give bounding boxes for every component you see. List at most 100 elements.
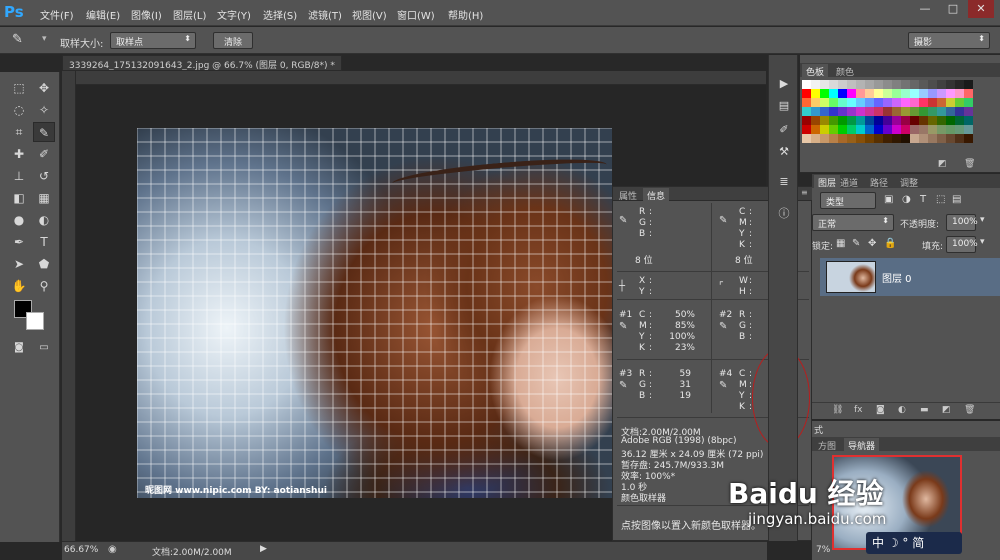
history-brush-tool-icon[interactable]: ↺ xyxy=(33,166,55,186)
magic-wand-tool-icon[interactable]: ✧ xyxy=(33,100,55,120)
color-swatch[interactable] xyxy=(802,89,811,98)
color-swatch[interactable] xyxy=(910,98,919,107)
color-swatch[interactable] xyxy=(829,80,838,89)
color-swatch[interactable] xyxy=(811,107,820,116)
history-icon[interactable]: ▤ xyxy=(775,99,793,115)
color-swatch[interactable] xyxy=(802,98,811,107)
color-swatch[interactable] xyxy=(928,89,937,98)
lock-pixels-icon[interactable]: ✎ xyxy=(852,238,860,249)
sampler-2-eyedropper-icon[interactable]: ✎ xyxy=(719,321,727,332)
move-tool-icon[interactable]: ✥ xyxy=(33,78,55,98)
lock-position-icon[interactable]: ✥ xyxy=(868,238,876,249)
color-swatch[interactable] xyxy=(865,107,874,116)
color-swatch[interactable] xyxy=(829,89,838,98)
color-swatch[interactable] xyxy=(820,98,829,107)
color-swatch[interactable] xyxy=(964,89,973,98)
tab-channels[interactable]: 通道 xyxy=(836,175,862,190)
color-swatch[interactable] xyxy=(910,134,919,143)
eraser-tool-icon[interactable]: ◧ xyxy=(8,188,30,208)
color-swatch[interactable] xyxy=(919,107,928,116)
color-swatch[interactable] xyxy=(937,80,946,89)
tab-paths[interactable]: 路径 xyxy=(866,175,892,190)
eyedropper-tool-icon[interactable]: ✎ xyxy=(12,32,23,47)
color-swatch[interactable] xyxy=(928,134,937,143)
color-swatch[interactable] xyxy=(847,107,856,116)
play-icon[interactable]: ▶ xyxy=(775,77,793,93)
eyedropper-tool-icon[interactable]: ✎ xyxy=(33,122,55,142)
tool-presets-icon[interactable]: ≣ xyxy=(775,175,793,191)
color-swatch[interactable] xyxy=(937,89,946,98)
screen-mode-icon[interactable]: ▭ xyxy=(33,338,55,358)
color-swatch[interactable] xyxy=(883,116,892,125)
color-swatch[interactable] xyxy=(847,98,856,107)
fill-chevron-icon[interactable]: ▾ xyxy=(980,237,985,247)
lock-all-icon[interactable]: 🔒 xyxy=(884,238,896,249)
sampler-4-eyedropper-icon[interactable]: ✎ xyxy=(719,380,727,391)
color-swatch[interactable] xyxy=(946,134,955,143)
color-swatch[interactable] xyxy=(874,134,883,143)
color-swatch[interactable] xyxy=(829,125,838,134)
menu-image[interactable]: 图像(I) xyxy=(131,7,162,22)
color-swatch[interactable] xyxy=(901,116,910,125)
link-layers-icon[interactable]: ⛓ xyxy=(832,405,843,415)
blur-tool-icon[interactable]: ● xyxy=(8,210,30,230)
color-swatch[interactable] xyxy=(847,80,856,89)
filter-adjust-icon[interactable]: ◑ xyxy=(902,194,911,205)
layer-row[interactable]: 图层 0 xyxy=(820,258,1000,296)
color-swatch[interactable] xyxy=(811,89,820,98)
color-swatch[interactable] xyxy=(946,80,955,89)
color-swatch[interactable] xyxy=(910,116,919,125)
color-swatch[interactable] xyxy=(910,125,919,134)
status-menu-arrow-icon[interactable]: ▶ xyxy=(260,544,267,554)
vertical-ruler[interactable] xyxy=(62,71,76,541)
color-swatch[interactable] xyxy=(865,98,874,107)
color-swatch[interactable] xyxy=(901,125,910,134)
color-swatch[interactable] xyxy=(874,107,883,116)
tab-adjustments[interactable]: 调整 xyxy=(896,175,922,190)
new-layer-icon[interactable]: ◩ xyxy=(942,405,951,415)
hand-tool-icon[interactable]: ✋ xyxy=(8,276,30,296)
color-swatch[interactable] xyxy=(919,134,928,143)
opacity-chevron-icon[interactable]: ▾ xyxy=(980,215,985,225)
path-selection-tool-icon[interactable]: ➤ xyxy=(8,254,30,274)
marquee-tool-icon[interactable]: ⬚ xyxy=(8,78,30,98)
color-swatch[interactable] xyxy=(901,107,910,116)
color-swatch[interactable] xyxy=(820,134,829,143)
color-swatch[interactable] xyxy=(838,125,847,134)
filter-smart-icon[interactable]: ▤ xyxy=(952,194,961,205)
layer-filter-select[interactable]: 类型 xyxy=(820,192,876,209)
ime-toolbar[interactable]: 中 ☽ ° 简 xyxy=(866,532,962,554)
color-swatch[interactable] xyxy=(838,116,847,125)
color-swatch[interactable] xyxy=(838,98,847,107)
zoom-tool-icon[interactable]: ⚲ xyxy=(33,276,55,296)
navigator-zoom[interactable]: 7% xyxy=(816,545,830,555)
color-swatch[interactable] xyxy=(856,80,865,89)
color-swatch[interactable] xyxy=(802,125,811,134)
color-swatch[interactable] xyxy=(955,107,964,116)
trash-icon[interactable]: 🗑 xyxy=(964,159,975,169)
color-swatch[interactable] xyxy=(955,125,964,134)
color-swatch[interactable] xyxy=(874,116,883,125)
tab-color[interactable]: 颜色 xyxy=(832,64,858,79)
close-window-button[interactable]: ✕ xyxy=(968,0,994,18)
color-swatch[interactable] xyxy=(937,107,946,116)
color-swatch[interactable] xyxy=(937,125,946,134)
color-swatch[interactable] xyxy=(811,134,820,143)
color-swatch[interactable] xyxy=(856,107,865,116)
filter-pixel-icon[interactable]: ▣ xyxy=(884,194,893,205)
menu-window[interactable]: 窗口(W) xyxy=(397,7,435,22)
color-swatch[interactable] xyxy=(937,98,946,107)
menu-select[interactable]: 选择(S) xyxy=(263,7,297,22)
new-swatch-icon[interactable]: ◩ xyxy=(938,159,947,169)
clone-stamp-tool-icon[interactable]: ⊥ xyxy=(8,166,30,186)
workspace-select[interactable]: 摄影 ⬍ xyxy=(908,32,990,49)
color-swatch[interactable] xyxy=(964,80,973,89)
color-swatch[interactable] xyxy=(955,80,964,89)
sample-size-select[interactable]: 取样点 ⬍ xyxy=(110,32,196,49)
new-group-icon[interactable]: ▬ xyxy=(920,405,929,415)
color-swatch[interactable] xyxy=(964,107,973,116)
color-swatch[interactable] xyxy=(928,125,937,134)
color-swatch[interactable] xyxy=(856,134,865,143)
filter-shape-icon[interactable]: ⬚ xyxy=(936,194,945,205)
color-swatch[interactable] xyxy=(829,107,838,116)
